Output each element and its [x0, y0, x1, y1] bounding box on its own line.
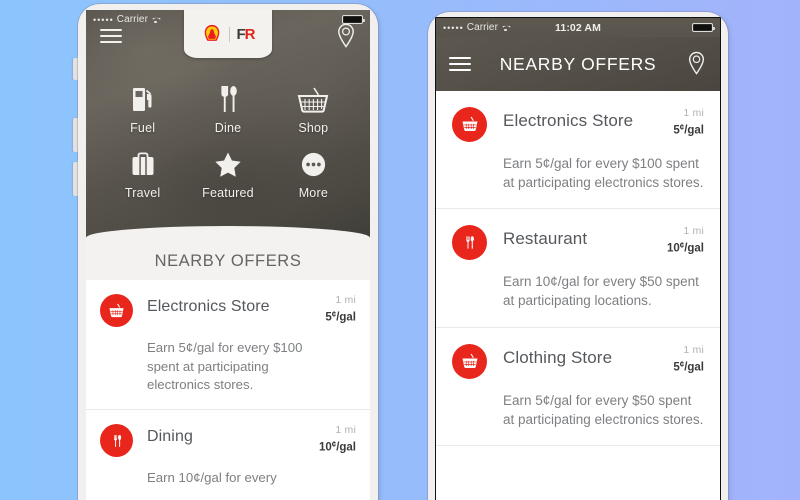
- app-top-bar: FR: [86, 10, 370, 61]
- phone-device-right: ••••• Carrier 11:02 AM NEARBY OFFERS Ele…: [428, 12, 728, 500]
- fork-spoon-icon: [214, 80, 242, 114]
- fork-spoon-icon: [100, 424, 133, 458]
- offer-meta: 1 mi 5¢/gal: [325, 293, 356, 323]
- navigation-bar-inner: NEARBY OFFERS: [449, 51, 707, 77]
- offer-item[interactable]: Electronics Store 1 mi 5¢/gal Earn 5¢/ga…: [86, 280, 370, 411]
- offer-header-row: Electronics Store 1 mi 5¢/gal: [100, 293, 356, 327]
- offer-rate: 5¢/gal: [325, 310, 356, 323]
- offer-rate: 10¢/gal: [319, 440, 356, 453]
- brand-plate: FR: [184, 10, 272, 58]
- category-label: Travel: [124, 186, 161, 200]
- category-label: Featured: [202, 186, 254, 200]
- fr-logo: FR: [236, 25, 256, 43]
- offer-item[interactable]: Dining 1 mi 10¢/gal Earn 10¢/gal for eve…: [86, 410, 370, 500]
- section-title: NEARBY OFFERS: [154, 252, 302, 270]
- category-label: Fuel: [130, 121, 156, 135]
- hero-section: ••••• Carrier 11:02 AM: [86, 10, 370, 246]
- phone-device-left: ••••• Carrier 11:02 AM: [78, 4, 378, 500]
- offer-rate: 5¢/gal: [673, 123, 704, 136]
- app-screen-home: ••••• Carrier 11:02 AM: [86, 10, 370, 500]
- offer-distance: 1 mi: [335, 294, 356, 306]
- offers-list: Electronics Store 1 mi 5¢/gal Earn 5¢/ga…: [436, 91, 720, 446]
- offer-header-row: Dining 1 mi 10¢/gal: [100, 423, 356, 458]
- offer-name: Clothing Store: [503, 347, 613, 367]
- shopping-basket-icon: [452, 343, 487, 379]
- category-grid: Fuel Dine Shop Travel Featured More: [86, 68, 370, 200]
- category-featured[interactable]: Featured: [185, 145, 270, 200]
- fuel-pump-icon: [130, 80, 156, 114]
- category-fuel[interactable]: Fuel: [100, 80, 185, 135]
- offer-distance: 1 mi: [335, 424, 356, 437]
- fr-logo-r: R: [244, 25, 256, 43]
- offer-rate-suffix: /gal: [336, 311, 356, 324]
- offer-header-row: Electronics Store 1 mi 5¢/gal: [452, 106, 704, 142]
- offer-rate: 5¢/gal: [673, 360, 704, 373]
- offer-distance: 1 mi: [683, 225, 704, 238]
- status-bar: ••••• Carrier 11:02 AM: [436, 18, 720, 37]
- ellipsis-circle-icon: [299, 145, 328, 179]
- offer-name: Electronics Store: [503, 111, 634, 130]
- star-icon: [213, 145, 243, 179]
- offer-rate-suffix: /gal: [684, 124, 704, 137]
- nearby-offers-header: NEARBY OFFERS: [86, 226, 370, 280]
- shopping-basket-icon: [297, 80, 329, 114]
- category-label: Shop: [298, 121, 329, 135]
- offer-header-row: Restaurant 1 mi 10¢/gal: [452, 224, 704, 261]
- category-more[interactable]: More: [271, 145, 356, 200]
- offer-rate-suffix: /gal: [684, 242, 704, 255]
- offer-description: Earn 10¢/gal for every $50 spent at part…: [503, 274, 699, 309]
- offer-name: Electronics Store: [147, 298, 270, 315]
- offer-distance: 1 mi: [683, 107, 704, 119]
- shopping-basket-icon: [452, 107, 487, 142]
- status-bar-clock: 11:02 AM: [555, 21, 601, 34]
- offer-description: Earn 10¢/gal for every: [147, 470, 277, 486]
- offer-meta: 1 mi 5¢/gal: [673, 106, 704, 136]
- brand-divider: [229, 26, 231, 42]
- category-label: More: [298, 186, 328, 200]
- offer-name: Restaurant: [503, 229, 588, 249]
- status-bar-right-group: [692, 22, 715, 33]
- shopping-basket-icon: [100, 294, 133, 327]
- offer-name: Dining: [147, 428, 193, 446]
- category-shop[interactable]: Shop: [271, 80, 356, 135]
- offer-item[interactable]: Clothing Store 1 mi 5¢/gal Earn 5¢/gal f…: [436, 328, 720, 446]
- offer-rate-suffix: /gal: [336, 441, 356, 454]
- category-travel[interactable]: Travel: [100, 145, 185, 200]
- suitcase-icon: [128, 145, 158, 179]
- page-title: NEARBY OFFERS: [499, 53, 657, 74]
- location-pin-icon[interactable]: [687, 51, 707, 77]
- offer-distance: 1 mi: [683, 343, 704, 356]
- offer-rate-value: 10: [666, 242, 680, 255]
- battery-icon: [692, 22, 715, 33]
- offer-rate: 10¢/gal: [667, 241, 704, 254]
- category-dine[interactable]: Dine: [185, 80, 270, 135]
- offer-description: Earn 5¢/gal for every $100 spent at part…: [503, 156, 704, 191]
- offers-list: Electronics Store 1 mi 5¢/gal Earn 5¢/ga…: [86, 280, 370, 500]
- offer-item[interactable]: Restaurant 1 mi 10¢/gal Earn 10¢/gal for…: [436, 209, 720, 328]
- fr-logo-f: F: [236, 25, 245, 43]
- offer-meta: 1 mi 10¢/gal: [319, 423, 356, 453]
- hamburger-menu-icon[interactable]: [449, 57, 471, 71]
- fork-spoon-icon: [452, 225, 487, 261]
- offer-description: Earn 5¢/gal for every $50 spent at parti…: [503, 392, 704, 427]
- offer-rate-value: 10: [318, 441, 332, 454]
- location-pin-icon[interactable]: [336, 23, 356, 49]
- offer-meta: 1 mi 10¢/gal: [667, 224, 704, 254]
- hamburger-menu-icon[interactable]: [100, 28, 122, 43]
- shell-logo: [201, 24, 223, 44]
- offer-description: Earn 5¢/gal for every $100 spent at part…: [147, 340, 303, 393]
- app-navigation-bar: NEARBY OFFERS: [436, 37, 720, 91]
- offer-meta: 1 mi 5¢/gal: [673, 343, 704, 373]
- offer-header-row: Clothing Store 1 mi 5¢/gal: [452, 343, 704, 379]
- app-screen-offers-list: ••••• Carrier 11:02 AM NEARBY OFFERS Ele…: [435, 17, 721, 500]
- category-label: Dine: [214, 121, 242, 135]
- offer-rate-suffix: /gal: [684, 360, 704, 373]
- offer-item[interactable]: Electronics Store 1 mi 5¢/gal Earn 5¢/ga…: [436, 91, 720, 210]
